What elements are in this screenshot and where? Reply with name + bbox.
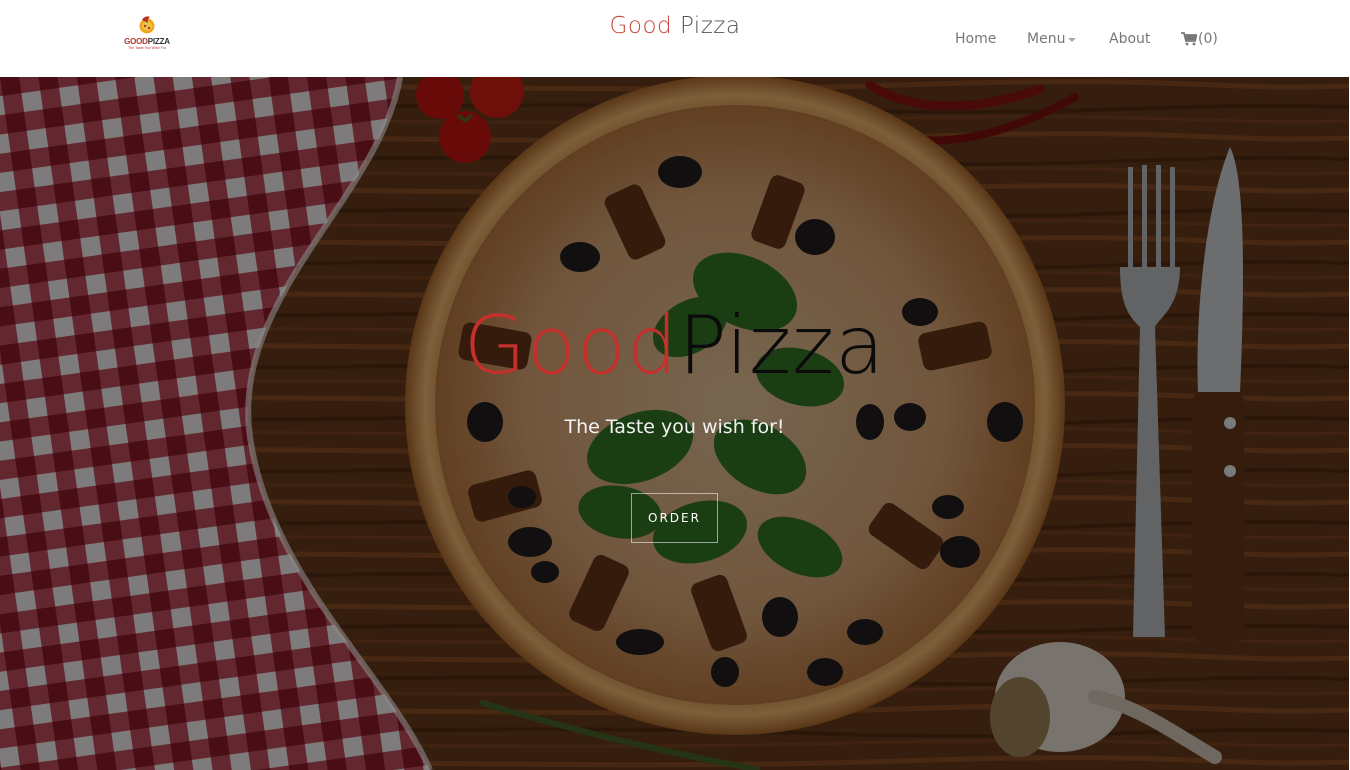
navbar: GOODPIZZA The Taste You Wish For Good Pi… bbox=[0, 0, 1350, 77]
brand-pizza: Pizza bbox=[679, 13, 741, 39]
cart-count: (0) bbox=[1198, 31, 1218, 47]
nav-menu-label: Menu bbox=[1027, 31, 1066, 47]
logo-tagline: The Taste You Wish For bbox=[127, 46, 167, 50]
hero-subtitle: The Taste you wish for! bbox=[564, 416, 785, 438]
order-button[interactable]: ORDER bbox=[631, 493, 718, 543]
shopping-cart-icon bbox=[1181, 32, 1197, 46]
nav-cart-link[interactable]: (0) bbox=[1181, 28, 1218, 50]
nav-home-link[interactable]: Home bbox=[955, 28, 996, 50]
brand-good: Good bbox=[609, 13, 673, 39]
hero-section: GoodPizza The Taste you wish for! ORDER bbox=[0, 77, 1349, 770]
nav-about-link[interactable]: About bbox=[1109, 28, 1150, 50]
caret-down-icon bbox=[1068, 37, 1077, 42]
nav-menu-dropdown[interactable]: Menu bbox=[1027, 28, 1077, 50]
hero-title-pizza: Pizza bbox=[678, 299, 886, 392]
hero-title-good: Good bbox=[463, 299, 679, 392]
hero-title: GoodPizza bbox=[0, 298, 1349, 394]
